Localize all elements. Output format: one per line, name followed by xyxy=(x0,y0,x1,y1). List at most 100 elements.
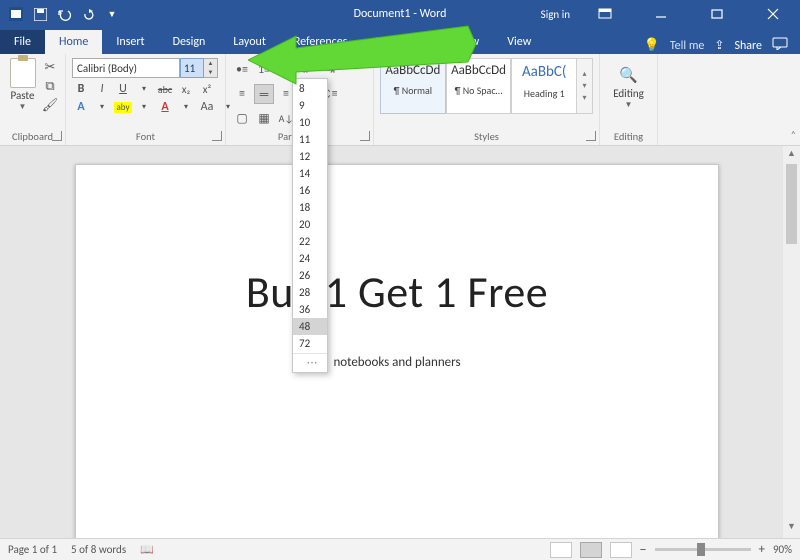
styles-more-button[interactable]: ▴▾▾ xyxy=(577,58,593,114)
highlight-button[interactable]: aby xyxy=(114,102,132,113)
tab-view[interactable]: View xyxy=(493,30,545,54)
editing-button[interactable]: 🔍 Editing ▼ xyxy=(606,58,651,110)
font-size-option[interactable]: 22 xyxy=(293,233,327,250)
style-heading1[interactable]: AaBbC( Heading 1 xyxy=(511,58,577,114)
subscript-button[interactable]: x₂ xyxy=(177,83,195,96)
close-button[interactable] xyxy=(752,0,794,28)
underline-button[interactable]: U xyxy=(114,82,132,96)
word-count[interactable]: 5 of 8 words xyxy=(71,543,126,556)
styles-launcher-icon[interactable] xyxy=(586,131,596,141)
style-no-spacing[interactable]: AaBbCcDd ¶ No Spac… xyxy=(446,58,512,114)
font-size-option[interactable]: 8 xyxy=(293,80,327,97)
style-normal[interactable]: AaBbCcDd ¶ Normal xyxy=(380,58,446,114)
tab-references[interactable]: References xyxy=(280,30,362,54)
spell-check-icon[interactable]: 📖 xyxy=(140,543,154,556)
tab-file[interactable]: File xyxy=(0,30,45,54)
font-size-option[interactable]: 18 xyxy=(293,199,327,216)
italic-button[interactable]: I xyxy=(93,82,111,96)
text-effects-button[interactable]: A xyxy=(72,100,90,114)
print-layout-button[interactable] xyxy=(580,542,602,558)
tab-home[interactable]: Home xyxy=(45,30,102,54)
align-center-button[interactable]: ═ xyxy=(254,84,274,104)
share-button[interactable]: Share xyxy=(734,39,762,53)
maximize-button[interactable] xyxy=(696,0,738,28)
superscript-button[interactable]: x² xyxy=(198,83,216,96)
tell-me[interactable]: Tell me xyxy=(670,39,705,53)
find-icon: 🔍 xyxy=(606,66,651,85)
font-size-dropdown[interactable]: 891011121416182022242628364872⋯ xyxy=(292,78,328,373)
font-size-option[interactable]: 16 xyxy=(293,182,327,199)
paste-icon xyxy=(10,58,36,88)
increase-indent-button[interactable]: ⇥ xyxy=(320,60,340,80)
font-name-input[interactable] xyxy=(72,58,180,78)
font-size-dropdown-button[interactable]: ▲▼ xyxy=(204,58,218,78)
scroll-up-icon[interactable]: ▲ xyxy=(786,148,797,163)
bullets-button[interactable]: •≡ xyxy=(232,60,252,80)
bold-button[interactable]: B xyxy=(72,82,90,96)
font-launcher-icon[interactable] xyxy=(212,131,222,141)
read-mode-button[interactable] xyxy=(550,542,572,558)
decrease-indent-button[interactable]: ⇤ xyxy=(298,60,318,80)
collapse-ribbon-icon[interactable]: ˄ xyxy=(791,128,796,141)
font-size-option[interactable]: 9 xyxy=(293,97,327,114)
editing-group-label: Editing xyxy=(600,130,657,143)
paste-button[interactable]: Paste ▼ xyxy=(6,58,39,114)
font-size-option[interactable]: 28 xyxy=(293,284,327,301)
format-painter-icon[interactable]: 🖌 xyxy=(41,96,59,114)
font-size-more[interactable]: ⋯ xyxy=(293,353,327,371)
status-bar: Page 1 of 1 5 of 8 words 📖 − + 90% xyxy=(0,538,800,560)
copy-icon[interactable]: ⧉ xyxy=(41,77,59,95)
ribbon-display-options-icon[interactable] xyxy=(584,0,626,28)
font-size-input[interactable] xyxy=(180,58,204,78)
numbering-button[interactable]: 1≡ xyxy=(254,60,274,80)
zoom-out-button[interactable]: − xyxy=(640,541,647,558)
zoom-in-button[interactable]: + xyxy=(759,542,765,557)
strikethrough-button[interactable]: abc xyxy=(156,83,174,96)
page-count[interactable]: Page 1 of 1 xyxy=(8,543,57,556)
tab-review[interactable]: Review xyxy=(430,30,493,54)
font-size-option[interactable]: 26 xyxy=(293,267,327,284)
minimize-button[interactable] xyxy=(640,0,682,28)
paste-label: Paste xyxy=(11,89,35,102)
quick-access-toolbar: ▼ xyxy=(0,6,128,22)
font-size-option[interactable]: 11 xyxy=(293,131,327,148)
page[interactable]: Buy 1 Get 1 Free notebooks and planners xyxy=(75,164,719,538)
font-size-option[interactable]: 72 xyxy=(293,335,327,352)
borders-button[interactable]: ▦ xyxy=(254,108,274,128)
font-size-option[interactable]: 20 xyxy=(293,216,327,233)
paragraph-launcher-icon[interactable] xyxy=(360,131,370,141)
redo-icon[interactable] xyxy=(80,6,96,22)
clipboard-launcher-icon[interactable] xyxy=(52,131,62,141)
font-size-option[interactable]: 24 xyxy=(293,250,327,267)
share-icon[interactable]: ⇪ xyxy=(714,38,724,53)
font-size-option[interactable]: 48 xyxy=(293,318,327,335)
document-subtext[interactable]: notebooks and planners xyxy=(76,355,718,370)
font-size-option[interactable]: 10 xyxy=(293,114,327,131)
font-color-button[interactable]: A xyxy=(156,100,174,114)
undo-icon[interactable] xyxy=(56,6,72,22)
sign-in-link[interactable]: Sign in xyxy=(541,8,570,21)
multilevel-button[interactable]: ≣ xyxy=(276,60,296,80)
zoom-level[interactable]: 90% xyxy=(773,543,792,556)
tab-layout[interactable]: Layout xyxy=(219,30,280,54)
tab-design[interactable]: Design xyxy=(159,30,220,54)
save-icon[interactable] xyxy=(32,6,48,22)
scroll-down-icon[interactable]: ▼ xyxy=(786,521,797,536)
zoom-slider[interactable] xyxy=(655,548,751,551)
font-size-option[interactable]: 36 xyxy=(293,301,327,318)
font-size-option[interactable]: 12 xyxy=(293,148,327,165)
qat-customize-icon[interactable]: ▼ xyxy=(104,6,120,22)
cut-icon[interactable]: ✂ xyxy=(41,58,59,76)
change-case-button[interactable]: Aa xyxy=(198,100,216,114)
tab-mailings[interactable]: Mailings xyxy=(361,30,430,54)
shading-button[interactable]: ▢ xyxy=(232,108,252,128)
tab-insert[interactable]: Insert xyxy=(102,30,158,54)
align-left-button[interactable]: ≡ xyxy=(232,84,252,104)
vertical-scrollbar[interactable]: ▲ ▼ xyxy=(783,146,800,538)
document-heading[interactable]: Buy 1 Get 1 Free xyxy=(76,265,718,319)
font-size-option[interactable]: 14 xyxy=(293,165,327,182)
styles-group-label: Styles xyxy=(374,130,599,143)
scroll-thumb[interactable] xyxy=(786,164,797,244)
web-layout-button[interactable] xyxy=(610,542,632,558)
comments-icon[interactable] xyxy=(772,37,788,54)
